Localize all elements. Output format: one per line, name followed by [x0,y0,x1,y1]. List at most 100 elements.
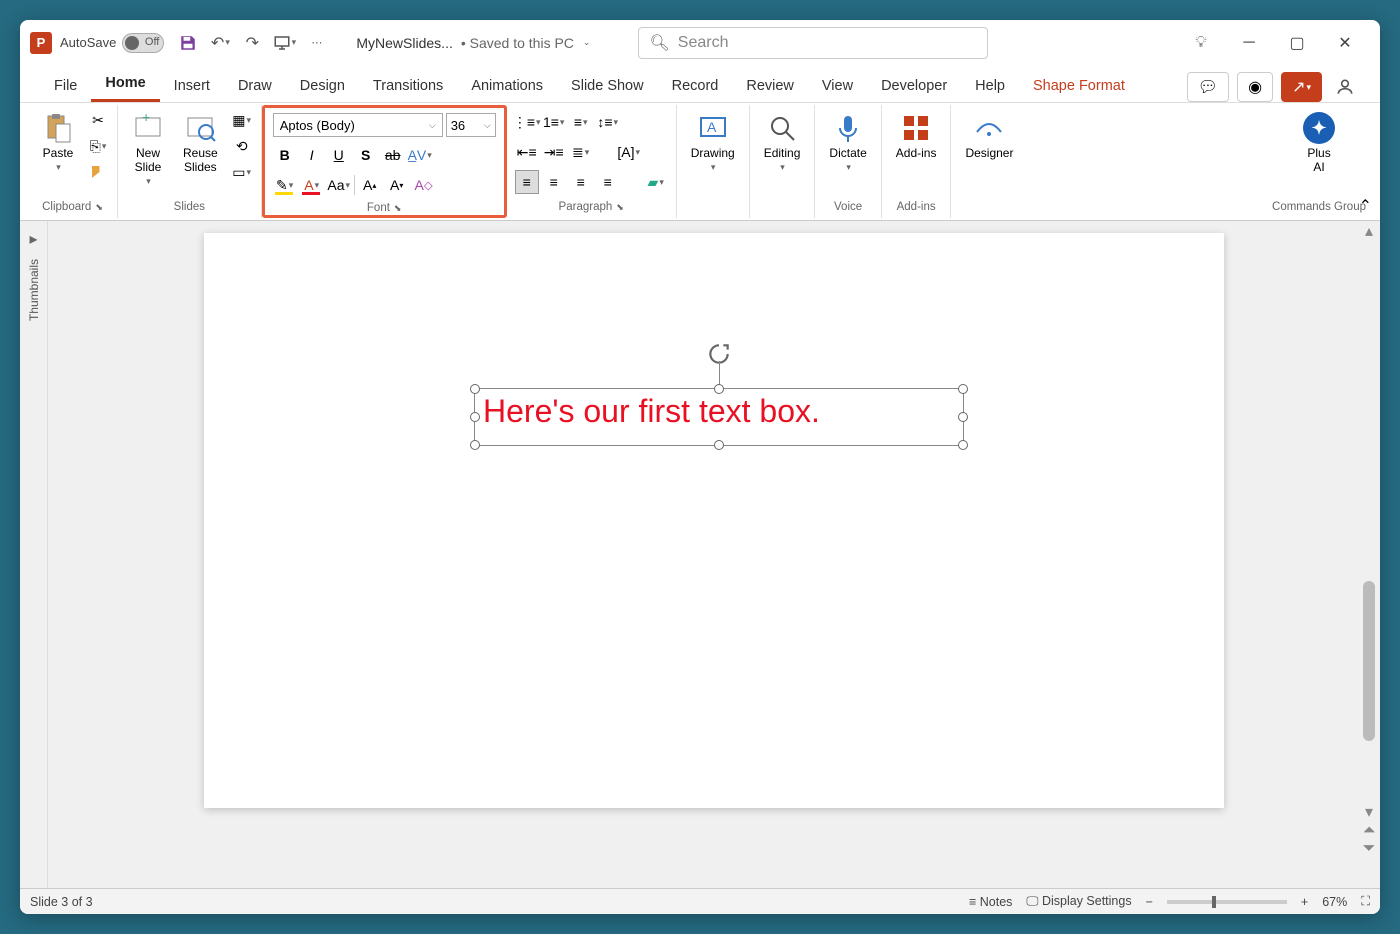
zoom-slider[interactable] [1167,900,1287,904]
slide-canvas-area[interactable]: Here's our first text box. [48,221,1380,888]
reuse-slides-button[interactable]: Reuse Slides [175,108,226,178]
resize-handle[interactable] [714,384,724,394]
share-button[interactable]: ↗▾ [1281,72,1322,102]
char-spacing-button[interactable]: A̲V▾ [408,143,432,167]
strikethrough-button[interactable]: ab [381,143,405,167]
paste-button[interactable]: Paste▾ [34,108,82,177]
document-title-area[interactable]: MyNewSlides... • Saved to this PC ⌄ [356,35,590,51]
expand-thumbnails-icon[interactable]: ▸ [29,229,37,249]
format-painter-icon[interactable] [85,160,111,184]
tab-review[interactable]: Review [732,70,808,102]
minimize-icon[interactable]: ─ [1234,28,1264,58]
clipboard-launcher-icon[interactable]: ⬊ [95,202,103,213]
slide[interactable]: Here's our first text box. [204,233,1224,808]
shadow-button[interactable]: S [354,143,378,167]
chevron-down-icon[interactable]: ⌵ [429,120,436,131]
tab-design[interactable]: Design [286,70,359,102]
resize-handle[interactable] [470,412,480,422]
numbering-button[interactable]: 1≡▾ [542,110,566,134]
dictate-button[interactable]: Dictate▾ [821,108,874,177]
font-size-input[interactable]: 36⌵ [446,113,496,137]
paragraph-launcher-icon[interactable]: ⬊ [616,202,624,213]
justify-button[interactable]: ≡ [596,170,620,194]
copy-icon[interactable]: ⎘▾ [85,134,111,158]
align-left-button[interactable]: ≡ [515,170,539,194]
tab-insert[interactable]: Insert [160,70,224,102]
tab-animations[interactable]: Animations [457,70,557,102]
thumbnails-rail[interactable]: ▸ Thumbnails [20,221,48,888]
next-slide-icon[interactable]: ⏷ [1363,840,1376,858]
account-icon[interactable] [1330,72,1360,102]
increase-indent-button[interactable]: ⇥≡ [542,140,566,164]
editing-button[interactable]: Editing▾ [756,108,809,177]
comments-icon[interactable]: 💬︎ [1187,72,1229,102]
drawing-button[interactable]: A Drawing▾ [683,108,743,177]
tab-view[interactable]: View [808,70,867,102]
text-direction-button[interactable]: [A]▾ [617,140,641,164]
tab-help[interactable]: Help [961,70,1019,102]
reset-icon[interactable]: ⟲ [229,134,255,158]
autosave-toggle[interactable]: AutoSave Off [60,33,164,53]
font-name-input[interactable]: Aptos (Body)⌵ [273,113,443,137]
search-input[interactable]: 🔍︎ Search [638,27,988,59]
tab-file[interactable]: File [40,70,91,102]
resize-handle[interactable] [958,384,968,394]
redo-icon[interactable]: ↷ [240,31,264,55]
align-center-button[interactable]: ≡ [542,170,566,194]
layout-icon[interactable]: ▦▾ [229,108,255,132]
bullets-button[interactable]: ⋮≡▾ [515,110,539,134]
zoom-in-button[interactable]: + [1301,895,1308,909]
font-color-button[interactable]: A▾ [300,173,324,197]
present-icon[interactable]: ▾ [272,31,296,55]
tips-icon[interactable]: 💡︎ [1186,28,1216,58]
align-right-button[interactable]: ≡ [569,170,593,194]
resize-handle[interactable] [470,440,480,450]
designer-button[interactable]: Designer [957,108,1021,164]
close-icon[interactable]: ✕ [1330,28,1360,58]
scroll-down-icon[interactable]: ▾ [1365,802,1373,822]
shrink-font-button[interactable]: A▾ [385,173,409,197]
bold-button[interactable]: B [273,143,297,167]
save-icon[interactable] [176,31,200,55]
maximize-icon[interactable]: ▢ [1282,28,1312,58]
resize-handle[interactable] [714,440,724,450]
italic-button[interactable]: I [300,143,324,167]
line-spacing-button[interactable]: ↕≡▾ [596,110,620,134]
qat-more-icon[interactable]: ⋯ [304,31,328,55]
selected-textbox[interactable]: Here's our first text box. [474,388,964,446]
resize-handle[interactable] [470,384,480,394]
prev-slide-icon[interactable]: ⏶ [1363,822,1376,840]
tab-shape-format[interactable]: Shape Format [1019,70,1139,102]
zoom-out-button[interactable]: − [1146,895,1153,909]
chevron-down-icon[interactable]: ⌵ [484,120,491,131]
grow-font-button[interactable]: A▴ [358,173,382,197]
font-launcher-icon[interactable]: ⬊ [394,203,402,214]
camera-icon[interactable]: ◉ [1237,72,1273,102]
change-case-button[interactable]: Aa▾ [327,173,351,197]
notes-button[interactable]: ≡ Notes [969,895,1012,909]
vertical-scrollbar[interactable]: ▴ ▾ ⏶ ⏷ [1360,221,1378,858]
toggle-switch[interactable]: Off [122,33,164,53]
list-level-button[interactable]: ≡▾ [569,110,593,134]
tab-home[interactable]: Home [91,67,159,102]
undo-icon[interactable]: ↶▾ [208,31,232,55]
tab-developer[interactable]: Developer [867,70,961,102]
resize-handle[interactable] [958,440,968,450]
tab-slideshow[interactable]: Slide Show [557,70,658,102]
smartart-button[interactable]: ▰▾ [644,170,668,194]
collapse-ribbon-icon[interactable]: ⌃ [1359,196,1372,216]
tab-record[interactable]: Record [658,70,733,102]
addins-button[interactable]: Add-ins [888,108,945,164]
scroll-up-icon[interactable]: ▴ [1365,221,1373,241]
new-slide-button[interactable]: + New Slide▾ [124,108,172,191]
tab-draw[interactable]: Draw [224,70,286,102]
fit-window-icon[interactable]: ⛶ [1361,894,1370,909]
textbox-content[interactable]: Here's our first text box. [475,389,963,434]
section-icon[interactable]: ▭▾ [229,160,255,184]
cut-icon[interactable]: ✂︎ [85,108,111,132]
underline-button[interactable]: U [327,143,351,167]
resize-handle[interactable] [958,412,968,422]
clear-format-button[interactable]: A◇ [412,173,436,197]
tab-transitions[interactable]: Transitions [359,70,457,102]
columns-icon[interactable]: ≣▾ [569,140,593,164]
